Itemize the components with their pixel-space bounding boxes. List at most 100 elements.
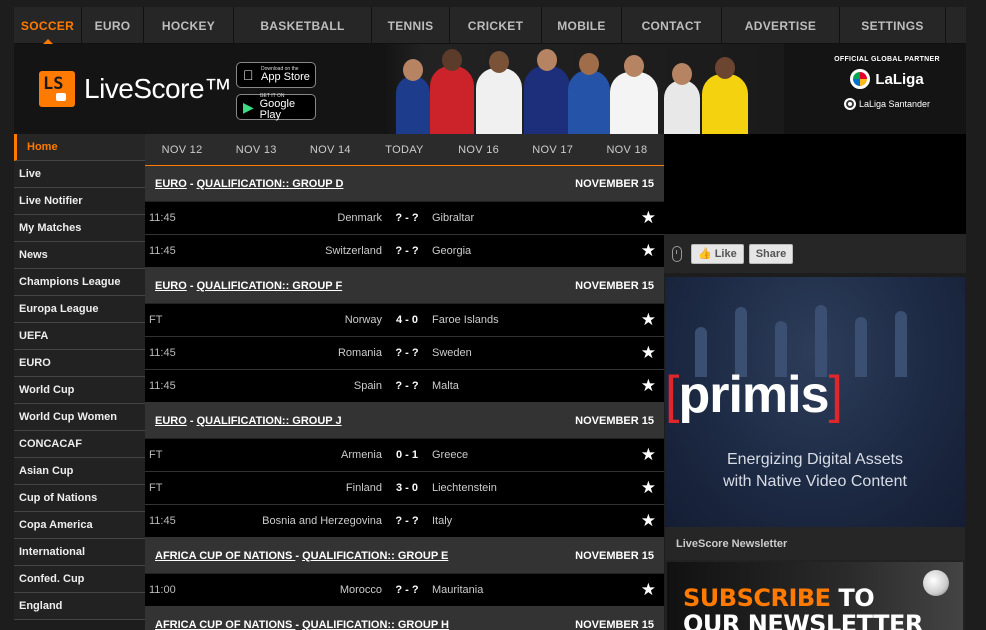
favorite-star-icon[interactable]: ★ (641, 581, 656, 598)
sidebar-item-champions-league[interactable]: Champions League (14, 269, 145, 296)
sidebar-item-live-notifier[interactable]: Live Notifier (14, 188, 145, 215)
sidebar-item-copa-america[interactable]: Copa America (14, 512, 145, 539)
subscribe-text: SUBSCRIBE (683, 584, 831, 612)
home-team: Bosnia and Herzegovina (262, 515, 382, 527)
nav-soccer[interactable]: SOCCER (14, 7, 82, 44)
league-header: AFRICA CUP OF NATIONS - QUALIFICATION:: … (145, 607, 664, 630)
logo-text: LiveScore™ (84, 73, 232, 104)
nav-cricket[interactable]: CRICKET (450, 7, 542, 44)
like-button[interactable]: 👍 Like (691, 243, 744, 264)
league-stage-link[interactable]: QUALIFICATION:: GROUP D (197, 178, 344, 190)
favorite-star-icon[interactable]: ★ (641, 344, 656, 361)
sidebar-item-asian-cup[interactable]: Asian Cup (14, 458, 145, 485)
day-tab-nov-16[interactable]: NOV 16 (442, 134, 516, 165)
day-tab-nov-12[interactable]: NOV 12 (145, 134, 219, 165)
day-tab-nov-18[interactable]: NOV 18 (590, 134, 664, 165)
match-row[interactable]: 11:45 Denmark ? - ? Gibraltar ★ (145, 202, 664, 235)
primis-ad[interactable]: [primis] Energizing Digital Assets with N… (665, 277, 965, 527)
match-score: ? - ? (395, 380, 419, 392)
league-date: NOVEMBER 15 (575, 279, 654, 292)
match-list: NOV 12 NOV 13 NOV 14 TODAY NOV 16 NOV 17 NOV 1… (145, 134, 664, 630)
like-label: Like (714, 247, 737, 260)
nav-contact[interactable]: CONTACT (622, 7, 722, 44)
day-tab-nov-13[interactable]: NOV 13 (219, 134, 293, 165)
mouse-icon (672, 245, 682, 262)
sidebar-item-home[interactable]: Home (14, 134, 145, 161)
league-stage-link[interactable]: QUALIFICATION:: GROUP H (302, 619, 449, 630)
favorite-star-icon[interactable]: ★ (641, 446, 656, 463)
league-competition-link[interactable]: EURO (155, 178, 187, 190)
share-button[interactable]: Share (748, 243, 794, 264)
header-banner: LS LiveScore™  Download on theApp Store… (14, 44, 966, 134)
home-team: Armenia (341, 449, 382, 461)
newsletter-banner[interactable]: SUBSCRIBE TO OUR NEWSLETTER (665, 560, 965, 630)
sidebar-item-euro[interactable]: EURO (14, 350, 145, 377)
league-stage-link[interactable]: QUALIFICATION:: GROUP J (197, 415, 342, 427)
league-stage-link[interactable]: QUALIFICATION:: GROUP F (197, 280, 343, 292)
match-time: FT (149, 314, 163, 326)
match-row[interactable]: FT Norway 4 - 0 Faroe Islands ★ (145, 304, 664, 337)
away-team: Italy (432, 515, 453, 527)
nav-settings[interactable]: SETTINGS (840, 7, 946, 44)
day-tab-nov-17[interactable]: NOV 17 (516, 134, 590, 165)
away-team: Sweden (432, 347, 472, 359)
nav-tennis[interactable]: TENNIS (372, 7, 450, 44)
nav-mobile[interactable]: MOBILE (542, 7, 622, 44)
league-date: NOVEMBER 15 (575, 414, 654, 427)
away-team: Greece (432, 449, 469, 461)
nav-advertise[interactable]: ADVERTISE (722, 7, 840, 44)
nav-basketball[interactable]: BASKETBALL (234, 7, 372, 44)
sidebar-item-world-cup[interactable]: World Cup (14, 377, 145, 404)
match-time: 11:45 (149, 515, 176, 527)
league-header: EURO - QUALIFICATION:: GROUP J NOVEMBER 1… (145, 403, 664, 439)
sidebar-item-live[interactable]: Live (14, 161, 145, 188)
home-team: Switzerland (325, 245, 382, 257)
match-row[interactable]: 11:45 Bosnia and Herzegovina ? - ? Italy ★ (145, 505, 664, 538)
laliga-partner[interactable]: OFFICIAL GLOBAL PARTNER LaLiga LaLiga Sa… (832, 56, 942, 110)
sidebar-item-cup-of-nations[interactable]: Cup of Nations (14, 485, 145, 512)
appstore-big-text: App Store (261, 71, 310, 83)
sidebar-item-europa-league[interactable]: Europa League (14, 296, 145, 323)
livescore-logo[interactable]: LS LiveScore™ (39, 71, 232, 107)
newsletter-heading: LiveScore Newsletter (665, 527, 965, 560)
league-competition-link[interactable]: EURO (155, 415, 187, 427)
match-row[interactable]: 11:00 Morocco ? - ? Mauritania ★ (145, 574, 664, 607)
sidebar-item-concacaf[interactable]: CONCACAF (14, 431, 145, 458)
match-row[interactable]: 11:45 Switzerland ? - ? Georgia ★ (145, 235, 664, 268)
favorite-star-icon[interactable]: ★ (641, 512, 656, 529)
match-row[interactable]: FT Finland 3 - 0 Liechtenstein ★ (145, 472, 664, 505)
favorite-star-icon[interactable]: ★ (641, 242, 656, 259)
favorite-star-icon[interactable]: ★ (641, 479, 656, 496)
league-name: AFRICA CUP OF NATIONS - QUALIFICATION:: … (155, 550, 448, 562)
league-date: NOVEMBER 15 (575, 549, 654, 562)
league-competition-link[interactable]: EURO (155, 280, 187, 292)
home-team: Spain (353, 380, 382, 392)
logo-mark: LS (43, 74, 64, 94)
day-tab-nov-14[interactable]: NOV 14 (293, 134, 367, 165)
sidebar-item-england[interactable]: England (14, 593, 145, 620)
sidebar-item-confed-cup[interactable]: Confed. Cup (14, 566, 145, 593)
app-store-button[interactable]:  Download on theApp Store (236, 62, 316, 88)
sidebar-item-uefa[interactable]: UEFA (14, 323, 145, 350)
sidebar-item-international[interactable]: International (14, 539, 145, 566)
sidebar-item-news[interactable]: News (14, 242, 145, 269)
sidebar-item-world-cup-women[interactable]: World Cup Women (14, 404, 145, 431)
league-competition-link[interactable]: AFRICA CUP OF NATIONS (155, 550, 295, 562)
nav-hockey[interactable]: HOCKEY (144, 7, 234, 44)
google-play-button[interactable]: ▶ GET IT ON Google Play (236, 93, 316, 120)
favorite-star-icon[interactable]: ★ (641, 377, 656, 394)
league-competition-link[interactable]: AFRICA CUP OF NATIONS (155, 619, 295, 630)
favorite-star-icon[interactable]: ★ (641, 311, 656, 328)
match-row[interactable]: FT Armenia 0 - 1 Greece ★ (145, 439, 664, 472)
nav-euro[interactable]: EURO (82, 7, 144, 44)
logo-icon: LS (39, 71, 75, 107)
sidebar-item-my-matches[interactable]: My Matches (14, 215, 145, 242)
day-tab-today[interactable]: TODAY (367, 134, 441, 165)
match-row[interactable]: 11:45 Spain ? - ? Malta ★ (145, 370, 664, 403)
away-team: Faroe Islands (432, 314, 499, 326)
match-row[interactable]: 11:45 Romania ? - ? Sweden ★ (145, 337, 664, 370)
league-stage-link[interactable]: QUALIFICATION:: GROUP E (302, 550, 448, 562)
football-icon (923, 570, 949, 596)
top-ad-slot (664, 134, 966, 234)
favorite-star-icon[interactable]: ★ (641, 209, 656, 226)
